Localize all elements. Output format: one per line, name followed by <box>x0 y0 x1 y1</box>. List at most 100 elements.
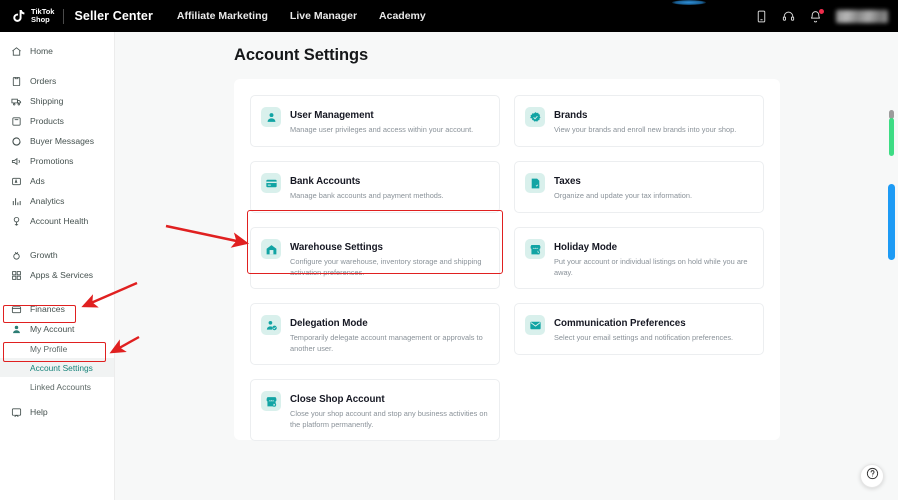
tiktok-shop-logo[interactable]: TikTok Shop <box>10 7 54 25</box>
card-description: Close your shop account and stop any bus… <box>290 409 488 429</box>
apps-services-icon <box>11 270 22 281</box>
card-title: Communication Preferences <box>554 318 686 329</box>
card-title: Taxes <box>554 176 581 187</box>
my-account-icon <box>11 324 22 335</box>
sidebar-subitem-account-settings[interactable]: Account Settings <box>0 358 114 377</box>
envelope-icon <box>525 315 545 335</box>
settings-left-column: User Management Manage user privileges a… <box>250 95 500 441</box>
orders-icon <box>11 76 22 87</box>
notification-bell-icon[interactable] <box>809 8 824 23</box>
card-text: Warehouse Settings Configure your wareho… <box>290 237 489 279</box>
card-text: User Management Manage user privileges a… <box>290 105 489 137</box>
card-text: Holiday Mode Put your account or individ… <box>554 237 753 279</box>
floating-help-button[interactable] <box>860 464 884 488</box>
sidebar-label-finances: Finances <box>30 304 65 314</box>
sidebar-item-finances[interactable]: Finances <box>0 299 114 319</box>
sidebar-item-buyer-messages[interactable]: Buyer Messages <box>0 131 114 151</box>
nav-affiliate-marketing[interactable]: Affiliate Marketing <box>177 10 268 22</box>
sidebar-item-shipping[interactable]: Shipping <box>0 91 114 111</box>
sidebar-item-growth[interactable]: Growth <box>0 245 114 265</box>
analytics-icon <box>11 196 22 207</box>
card-title: Delegation Mode <box>290 318 368 329</box>
card-title: User Management <box>290 110 374 121</box>
message-icon <box>11 136 22 147</box>
top-navigation-bar: TikTok Shop Seller Center Affiliate Mark… <box>0 0 898 32</box>
sidebar-item-orders[interactable]: Orders <box>0 71 114 91</box>
card-close-shop-account[interactable]: Close Shop Account Close your shop accou… <box>250 379 500 441</box>
card-warehouse-settings[interactable]: Warehouse Settings Configure your wareho… <box>250 227 500 289</box>
topbar-divider <box>63 8 65 24</box>
sidebar-label-ads: Ads <box>30 176 45 186</box>
card-description: Select your email settings and notificat… <box>554 333 734 342</box>
account-name-avatar[interactable] <box>836 9 888 23</box>
logo-line-2: Shop <box>31 15 50 24</box>
user-icon <box>261 107 281 127</box>
topbar-nav-links: Affiliate Marketing Live Manager Academy <box>177 10 426 22</box>
sidebar-label-my-account: My Account <box>30 324 75 334</box>
sidebar-item-help[interactable]: Help <box>0 402 114 422</box>
sidebar-item-account-health[interactable]: Account Health <box>0 211 114 231</box>
nav-live-manager[interactable]: Live Manager <box>290 10 357 22</box>
card-text: Brands View your brands and enroll new b… <box>554 105 753 137</box>
sidebar-item-home[interactable]: Home <box>0 41 114 61</box>
card-description: Manage user privileges and access within… <box>290 125 474 134</box>
topbar-actions <box>755 0 888 32</box>
logo-text: TikTok Shop <box>31 8 54 24</box>
headset-support-icon[interactable] <box>782 10 795 23</box>
promotions-icon <box>11 156 22 167</box>
sidebar-item-products[interactable]: Products <box>0 111 114 131</box>
card-text: Communication Preferences Select your em… <box>554 313 753 345</box>
sidebar-item-apps-services[interactable]: Apps & Services <box>0 265 114 285</box>
mobile-app-icon[interactable] <box>755 10 768 23</box>
card-communication-preferences[interactable]: Communication Preferences Select your em… <box>514 303 764 355</box>
sidebar-subitem-linked-accounts[interactable]: Linked Accounts <box>0 377 114 396</box>
scrollbar-thumb-blue[interactable] <box>888 184 895 260</box>
sidebar-label-products: Products <box>30 116 64 126</box>
sidebar-label-linked-accounts: Linked Accounts <box>30 381 91 392</box>
card-text: Bank Accounts Manage bank accounts and p… <box>290 171 489 203</box>
sidebar-item-my-account[interactable]: My Account <box>0 319 114 339</box>
card-title: Warehouse Settings <box>290 242 383 253</box>
sidebar-label-apps-services: Apps & Services <box>30 270 94 280</box>
tiktok-note-icon <box>10 7 27 25</box>
help-icon <box>11 407 22 418</box>
sidebar-label-account-health: Account Health <box>30 216 89 226</box>
card-delegation-mode[interactable]: Delegation Mode Temporarily delegate acc… <box>250 303 500 365</box>
card-description: View your brands and enroll new brands i… <box>554 125 737 134</box>
card-taxes[interactable]: Taxes Organize and update your tax infor… <box>514 161 764 213</box>
sidebar-item-promotions[interactable]: Promotions <box>0 151 114 171</box>
seller-center-app: TikTok Shop Seller Center Affiliate Mark… <box>0 0 898 500</box>
warehouse-icon <box>261 239 281 259</box>
sidebar-subitem-my-profile[interactable]: My Profile <box>0 339 114 358</box>
sidebar-item-analytics[interactable]: Analytics <box>0 191 114 211</box>
card-title: Holiday Mode <box>554 242 618 253</box>
card-text: Delegation Mode Temporarily delegate acc… <box>290 313 489 355</box>
browser-tab-accent <box>672 0 706 5</box>
close-shop-icon <box>261 391 281 411</box>
account-health-icon <box>11 216 22 227</box>
card-text: Taxes Organize and update your tax infor… <box>554 171 753 203</box>
delegation-icon <box>261 315 281 335</box>
card-holiday-mode[interactable]: Holiday Mode Put your account or individ… <box>514 227 764 289</box>
sidebar-navigation: Home Orders Shipping Products Buyer Mess… <box>0 32 115 500</box>
brand-title[interactable]: Seller Center <box>74 9 152 23</box>
nav-academy[interactable]: Academy <box>379 10 426 22</box>
sidebar-item-ads[interactable]: Ads <box>0 171 114 191</box>
card-user-management[interactable]: User Management Manage user privileges a… <box>250 95 500 147</box>
sidebar-label-buyer-messages: Buyer Messages <box>30 136 95 146</box>
brand-badge-icon <box>525 107 545 127</box>
card-brands[interactable]: Brands View your brands and enroll new b… <box>514 95 764 147</box>
card-bank-accounts[interactable]: Bank Accounts Manage bank accounts and p… <box>250 161 500 213</box>
sidebar-label-my-profile: My Profile <box>30 343 68 354</box>
settings-panel: User Management Manage user privileges a… <box>234 79 780 441</box>
card-title: Bank Accounts <box>290 176 361 187</box>
sidebar-label-promotions: Promotions <box>30 156 74 166</box>
notification-badge-dot <box>819 8 824 14</box>
sidebar-label-growth: Growth <box>30 250 58 260</box>
card-description: Organize and update your tax information… <box>554 191 693 200</box>
scrollbar-thumb-green[interactable] <box>889 118 894 156</box>
home-icon <box>11 46 22 57</box>
card-description: Configure your warehouse, inventory stor… <box>290 257 482 277</box>
growth-icon <box>11 250 22 261</box>
sidebar-label-analytics: Analytics <box>30 196 65 206</box>
